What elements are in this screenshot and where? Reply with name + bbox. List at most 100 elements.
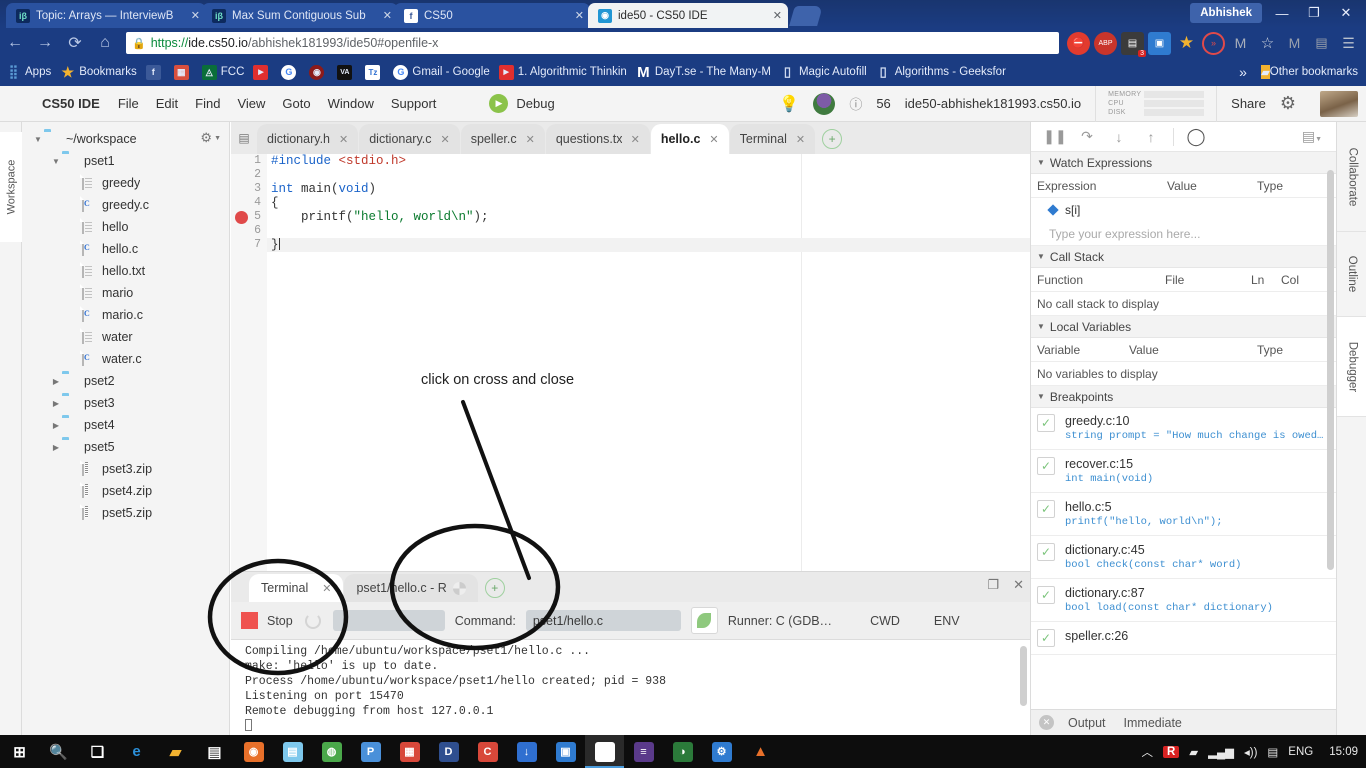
section-watch-expressions[interactable]: ▼ Watch Expressions bbox=[1031, 152, 1336, 174]
menu-window[interactable]: Window bbox=[328, 96, 374, 111]
chevron-right-icon[interactable]: ▶ bbox=[50, 377, 62, 386]
output-tab[interactable]: Output bbox=[1068, 716, 1106, 730]
address-bar[interactable]: 🔒 https://ide.cs50.io/abhishek181993/ide… bbox=[126, 32, 1059, 54]
chevron-right-icon[interactable]: ▶ bbox=[50, 421, 62, 430]
browser-tab-0[interactable]: iβ Topic: Arrays — InterviewB ✕ bbox=[6, 3, 206, 28]
close-circle-icon[interactable]: ✕ bbox=[1039, 715, 1054, 730]
file-tree-item[interactable]: greedy bbox=[22, 172, 229, 194]
breakpoint-checkbox[interactable]: ✓ bbox=[1037, 543, 1055, 561]
profile-name-button[interactable]: Abhishek bbox=[1190, 3, 1262, 23]
taskbar-settings-app-icon[interactable]: ⚙ bbox=[702, 735, 741, 768]
tab-close-icon[interactable]: ✕ bbox=[575, 9, 584, 22]
section-local-variables[interactable]: ▼ Local Variables bbox=[1031, 316, 1336, 338]
editor-tab-terminal[interactable]: Terminal ✕ bbox=[729, 124, 816, 154]
menu-find[interactable]: Find bbox=[195, 96, 220, 111]
star-extension-icon[interactable]: ★ bbox=[1175, 32, 1198, 55]
back-icon[interactable]: ← bbox=[0, 28, 30, 58]
taskbar-devcpp-icon[interactable]: D bbox=[429, 735, 468, 768]
editor-tab-close-icon[interactable]: ✕ bbox=[796, 133, 805, 146]
bookmark-va[interactable]: VA bbox=[337, 64, 356, 80]
window-minimize-button[interactable]: — bbox=[1266, 2, 1298, 24]
action-center-icon[interactable]: ▤ bbox=[1267, 745, 1278, 759]
breakpoint-row[interactable]: ✓ greedy.c:10 string prompt = "How much ch… bbox=[1031, 407, 1336, 450]
console-tab-terminal[interactable]: Terminal ✕ bbox=[249, 574, 344, 602]
file-tree-item[interactable]: ▶ pset2 bbox=[22, 370, 229, 392]
breakpoint-row[interactable]: ✓ speller.c:26 bbox=[1031, 622, 1336, 655]
file-tree-item[interactable]: pset4.zip bbox=[22, 480, 229, 502]
file-tree-item[interactable]: hello bbox=[22, 216, 229, 238]
window-close-button[interactable]: ✕ bbox=[1330, 2, 1362, 24]
star-bookmark-icon[interactable]: ☆ bbox=[1256, 32, 1279, 55]
breakpoint-row[interactable]: ✓ dictionary.c:45 bool check(const char* w… bbox=[1031, 536, 1336, 579]
editor-tab-close-icon[interactable]: ✕ bbox=[526, 133, 535, 146]
chevron-right-icon[interactable]: ▶ bbox=[50, 443, 62, 452]
breakpoint-checkbox[interactable]: ✓ bbox=[1037, 414, 1055, 432]
breakpoint-checkbox[interactable]: ✓ bbox=[1037, 629, 1055, 647]
editor-tab-dictionary-c[interactable]: dictionary.c ✕ bbox=[359, 124, 460, 154]
chevron-down-icon[interactable]: ▼ bbox=[50, 157, 62, 166]
lightbulb-icon[interactable]: 💡 bbox=[779, 94, 799, 114]
volume-icon[interactable]: ◂)) bbox=[1244, 745, 1257, 759]
home-icon[interactable]: ⌂ bbox=[90, 28, 120, 58]
bookmark-algorithmic-thinking[interactable]: ▶ 1. Algorithmic Thinkin bbox=[498, 64, 627, 80]
user-avatar-icon[interactable] bbox=[813, 92, 836, 115]
taskbar-firefox-icon[interactable]: ◉ bbox=[234, 735, 273, 768]
window-icon[interactable]: ▣ bbox=[1148, 31, 1171, 55]
editor-tab-questions-txt[interactable]: questions.txt ✕ bbox=[545, 124, 650, 154]
bookmark-youtube[interactable]: ▶ bbox=[253, 64, 272, 80]
file-tree-item[interactable]: ▶ pset3 bbox=[22, 392, 229, 414]
editor-tab-close-icon[interactable]: ✕ bbox=[709, 133, 718, 146]
stop-icon[interactable] bbox=[241, 612, 258, 629]
chevron-down-icon[interactable]: ▼ bbox=[32, 135, 44, 144]
stop-button-label[interactable]: Stop bbox=[267, 614, 293, 628]
file-tree-settings-button[interactable]: ⚙ ▼ bbox=[200, 130, 221, 146]
breakpoint-marker-icon[interactable] bbox=[235, 211, 248, 224]
reader-icon[interactable]: ▤ bbox=[1310, 32, 1333, 55]
bookmarks-overflow-icon[interactable]: » bbox=[1239, 64, 1247, 80]
breakpoint-checkbox[interactable]: ✓ bbox=[1037, 586, 1055, 604]
editor-tab-close-icon[interactable]: ✕ bbox=[441, 133, 450, 146]
file-tree-item[interactable]: hello.txt bbox=[22, 260, 229, 282]
console-scrollbar[interactable] bbox=[1020, 646, 1027, 706]
taskbar-p-app-icon[interactable]: P bbox=[351, 735, 390, 768]
new-tab-button[interactable] bbox=[789, 6, 823, 26]
debugger-menu-icon[interactable]: ▤▼ bbox=[1296, 128, 1328, 145]
bookmark-chrome-store[interactable]: ▦ bbox=[173, 64, 193, 80]
file-tree-item[interactable]: water bbox=[22, 326, 229, 348]
bookmark-google[interactable]: G bbox=[281, 64, 300, 80]
info-icon[interactable]: ⓘ bbox=[849, 94, 862, 113]
taskbar-file-explorer-icon[interactable]: ▰ bbox=[156, 735, 195, 768]
console-tab-close-icon[interactable]: ✕ bbox=[322, 582, 331, 595]
bookmark-tz[interactable]: Tz bbox=[365, 64, 384, 80]
rail-tab-outline[interactable]: Outline bbox=[1337, 232, 1366, 317]
bookmark-magic-autofill[interactable]: ▯ Magic Autofill bbox=[780, 64, 867, 80]
file-tree-item[interactable]: ▼ ~/workspace bbox=[22, 128, 229, 150]
reload-icon[interactable]: ⟳ bbox=[60, 28, 90, 58]
share-button[interactable]: Share bbox=[1231, 96, 1266, 111]
taskbar-globe-app-icon[interactable]: ◍ bbox=[312, 735, 351, 768]
command-input[interactable]: pset1/hello.c bbox=[525, 610, 681, 631]
editor-tab-dictionary-h[interactable]: dictionary.h ✕ bbox=[257, 124, 359, 154]
rail-tab-collaborate[interactable]: Collaborate bbox=[1337, 122, 1366, 232]
cwd-button[interactable]: CWD bbox=[870, 614, 900, 628]
breakpoint-row[interactable]: ✓ hello.c:5 printf("hello, world\n"); bbox=[1031, 493, 1336, 536]
console-add-tab-button[interactable]: + bbox=[484, 578, 505, 598]
breakpoint-row[interactable]: ✓ dictionary.c:87 bool load(const char* di… bbox=[1031, 579, 1336, 622]
taskbar-office-icon[interactable]: ▦ bbox=[390, 735, 429, 768]
ublock-icon[interactable]: ⛔ bbox=[1067, 31, 1090, 55]
close-icon[interactable]: ✕ bbox=[1013, 577, 1024, 593]
debugger-scrollbar[interactable] bbox=[1327, 170, 1334, 570]
runner-label[interactable]: Runner: C (GDB… bbox=[728, 614, 832, 628]
taskbar-utorrent-icon[interactable]: ≡ bbox=[624, 735, 663, 768]
taskbar-vlc-icon[interactable]: ▲ bbox=[741, 735, 780, 768]
file-tree-item[interactable]: ▶ pset4 bbox=[22, 414, 229, 436]
browser-tab-2[interactable]: f CS50 ✕ bbox=[394, 3, 590, 28]
antivirus-icon[interactable]: R bbox=[1162, 745, 1180, 758]
runner-command-field-left[interactable] bbox=[332, 610, 445, 631]
debug-run-button[interactable]: ▶ Debug bbox=[489, 94, 555, 113]
console-output[interactable]: Compiling /home/ubuntu/workspace/pset1/h… bbox=[231, 640, 1030, 735]
file-tree-item[interactable]: pset3.zip bbox=[22, 458, 229, 480]
forward-icon[interactable]: → bbox=[30, 28, 60, 58]
console-tab-runner[interactable]: pset1/hello.c - R bbox=[344, 574, 478, 602]
bookmark-fcc[interactable]: ◬ FCC bbox=[201, 64, 244, 80]
